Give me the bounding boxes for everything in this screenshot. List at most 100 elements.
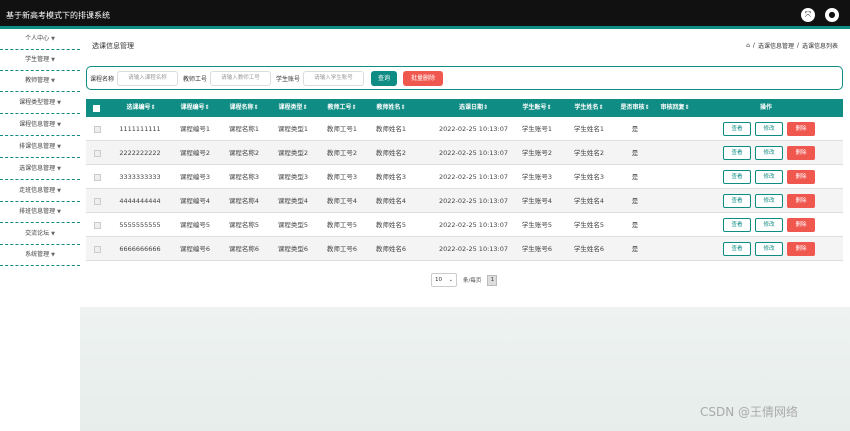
sidebar-item-selection[interactable]: 选课信息管理 ▼	[0, 159, 80, 180]
breadcrumb-separator: /	[796, 42, 799, 49]
student-account-input[interactable]: 请输入学生账号	[303, 70, 365, 86]
chevron-down-icon: ▼	[57, 144, 61, 150]
home-icon[interactable]: ⌂	[746, 42, 750, 49]
column-header-actions: 操作	[759, 104, 772, 111]
column-header-label: 审核回复	[660, 104, 685, 111]
edit-button[interactable]: 修改	[755, 242, 783, 256]
chevron-down-icon: ▼	[51, 36, 55, 42]
sidebar-item-class-walk[interactable]: 走班信息管理 ▼	[0, 181, 80, 202]
cell-teacher-name: 教师姓名4	[375, 197, 407, 205]
cell-course-type: 课程类型2	[277, 149, 309, 157]
edit-button[interactable]: 修改	[755, 170, 783, 184]
view-button[interactable]: 查看	[723, 146, 751, 160]
column-header-label: 教师姓名	[376, 104, 401, 111]
column-header[interactable]: 是否审核⇕	[614, 99, 656, 117]
row-checkbox[interactable]	[94, 246, 101, 253]
sidebar-item-teachers[interactable]: 教师管理 ▼	[0, 71, 80, 92]
cell-course-type: 课程类型6	[277, 245, 309, 253]
page-size-select[interactable]: 10 ⌄	[431, 273, 457, 287]
cell-teacher-no: 教师工号4	[326, 197, 358, 205]
table-row: 1111111111 课程编号1 课程名称1 课程类型1 教师工号1 教师姓名1…	[86, 117, 843, 141]
page-title: 选课信息管理	[92, 42, 134, 50]
column-header[interactable]: 课程类型⇕	[269, 99, 317, 117]
cell-teacher-no: 教师工号5	[326, 221, 358, 229]
view-button[interactable]: 查看	[723, 194, 751, 208]
column-header[interactable]: 课程名称⇕	[220, 99, 268, 117]
select-all-checkbox[interactable]	[93, 105, 100, 112]
cell-course-type: 课程类型4	[277, 197, 309, 205]
edit-button[interactable]: 修改	[755, 194, 783, 208]
edit-button[interactable]: 修改	[755, 122, 783, 136]
course-name-input[interactable]: 请输入课程名称	[117, 70, 179, 86]
cell-student-account: 学生账号2	[521, 149, 553, 157]
cell-student-account: 学生账号5	[521, 221, 553, 229]
delete-button[interactable]: 删除	[787, 146, 815, 160]
delete-button[interactable]: 删除	[787, 194, 815, 208]
edit-button[interactable]: 修改	[755, 218, 783, 232]
sidebar-item-profile[interactable]: 个人中心 ▼	[0, 29, 80, 50]
delete-button[interactable]: 删除	[787, 170, 815, 184]
chevron-down-icon: ▼	[57, 122, 61, 128]
sidebar-item-system[interactable]: 系统管理 ▼	[0, 245, 80, 266]
sort-icon: ⇕	[644, 104, 650, 111]
view-button[interactable]: 查看	[723, 122, 751, 136]
column-header[interactable]: 学生姓名⇕	[564, 99, 614, 117]
cell-student-name: 学生姓名6	[573, 245, 605, 253]
column-header[interactable]: 课程编号⇕	[171, 99, 219, 117]
table-row: 3333333333 课程编号3 课程名称3 课程类型3 教师工号3 教师姓名3…	[86, 165, 843, 189]
column-header-label: 学生账号	[522, 104, 547, 111]
row-checkbox[interactable]	[94, 198, 101, 205]
delete-button[interactable]: 删除	[787, 122, 815, 136]
row-checkbox[interactable]	[94, 150, 101, 157]
page-number-current[interactable]: 1	[487, 274, 498, 286]
column-header[interactable]: 教师姓名⇕	[367, 99, 415, 117]
page-size-value: 10	[435, 277, 442, 283]
sort-icon: ⇕	[351, 104, 357, 111]
selection-table: 选课编号⇕ 课程编号⇕ 课程名称⇕ 课程类型⇕ 教师工号⇕ 教师姓名⇕ 选课日期…	[86, 99, 843, 261]
row-checkbox[interactable]	[94, 222, 101, 229]
query-button[interactable]: 查询	[371, 70, 398, 86]
sidebar-item-course-types[interactable]: 课程类型管理 ▼	[0, 93, 80, 114]
cell-course-name: 课程名称1	[228, 125, 260, 133]
sidebar-item-label: 选课信息管理	[19, 165, 56, 172]
row-checkbox[interactable]	[94, 174, 101, 181]
table-row: 5555555555 课程编号5 课程名称5 课程类型5 教师工号5 教师姓名5…	[86, 213, 843, 237]
pagination: 10 ⌄ 条/每页 1	[431, 273, 498, 287]
chevron-down-icon: ▼	[57, 166, 61, 172]
column-header[interactable]: 审核回复⇕	[655, 99, 695, 117]
column-header[interactable]: 教师工号⇕	[318, 99, 366, 117]
sidebar-item-courses[interactable]: 课程信息管理 ▼	[0, 115, 80, 136]
column-header-label: 课程编号	[180, 104, 205, 111]
cell-student-account: 学生账号1	[521, 125, 553, 133]
view-button[interactable]: 查看	[723, 242, 751, 256]
view-button[interactable]: 查看	[723, 218, 751, 232]
cell-reviewed: 是	[631, 221, 639, 229]
breadcrumb-item[interactable]: 选课信息管理	[758, 41, 794, 50]
sidebar-item-students[interactable]: 学生管理 ▼	[0, 50, 80, 71]
sidebar-item-forum[interactable]: 交流论坛 ▼	[0, 224, 80, 245]
fullscreen-icon[interactable]: ⤧	[801, 8, 815, 22]
view-button[interactable]: 查看	[723, 170, 751, 184]
teacher-no-label: 教师工号	[183, 75, 208, 83]
row-checkbox[interactable]	[94, 126, 101, 133]
delete-button[interactable]: 删除	[787, 242, 815, 256]
top-bar: 基于新高考模式下的排课系统 ⤧ ●	[0, 0, 850, 29]
cell-student-account: 学生账号4	[521, 197, 553, 205]
cell-student-name: 学生姓名5	[573, 221, 605, 229]
teacher-no-input[interactable]: 请输入教师工号	[210, 70, 272, 86]
column-header[interactable]: 选课编号⇕	[106, 99, 176, 117]
edit-button[interactable]: 修改	[755, 146, 783, 160]
cell-reply	[655, 237, 695, 261]
sidebar-item-label: 走班信息管理	[19, 187, 56, 194]
user-icon[interactable]: ●	[825, 8, 839, 22]
cell-reviewed: 是	[631, 149, 639, 157]
column-header[interactable]: 学生账号⇕	[512, 99, 562, 117]
delete-button[interactable]: 删除	[787, 218, 815, 232]
chevron-down-icon: ▼	[51, 78, 55, 84]
sidebar-item-class-arrange[interactable]: 排班信息管理 ▼	[0, 202, 80, 223]
sidebar-item-scheduling[interactable]: 排课信息管理 ▼	[0, 137, 80, 158]
cell-course-no: 课程编号1	[179, 125, 211, 133]
batch-delete-button[interactable]: 批量删除	[403, 70, 444, 86]
cell-select-no: 4444444444	[119, 197, 161, 205]
cell-teacher-name: 教师姓名6	[375, 245, 407, 253]
